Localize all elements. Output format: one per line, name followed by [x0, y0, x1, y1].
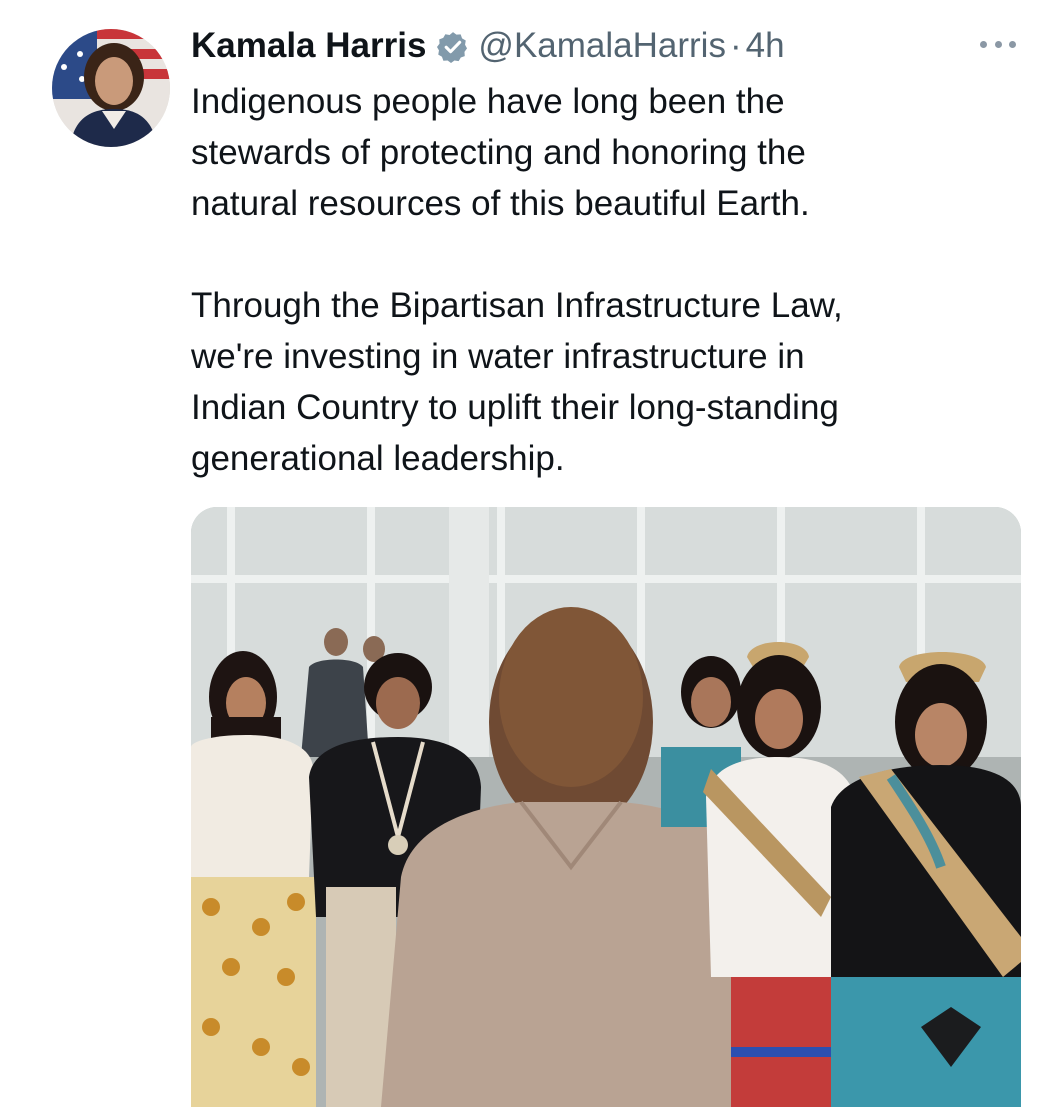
more-options-icon[interactable]: [980, 34, 1016, 54]
tweet-photo[interactable]: [191, 507, 1021, 1107]
tweet-text: Indigenous people have long been the ste…: [191, 76, 1011, 484]
verified-badge-icon[interactable]: [436, 29, 470, 64]
separator-dot: ·: [729, 26, 742, 65]
user-handle[interactable]: @KamalaHarris: [478, 22, 726, 70]
attached-photo-icon: [191, 507, 1021, 1107]
avatar[interactable]: [52, 29, 170, 147]
tweet-header: Kamala Harris @KamalaHarris · 4h: [191, 22, 785, 70]
tweet-paragraph: Indigenous people have long been the ste…: [191, 82, 810, 223]
tweet[interactable]: Kamala Harris @KamalaHarris · 4h Indigen…: [0, 0, 1064, 1107]
profile-photo-icon: [52, 29, 170, 147]
timestamp[interactable]: 4h: [746, 22, 785, 70]
display-name[interactable]: Kamala Harris: [191, 22, 426, 70]
tweet-paragraph: Through the Bipartisan Infrastructure La…: [191, 286, 843, 478]
